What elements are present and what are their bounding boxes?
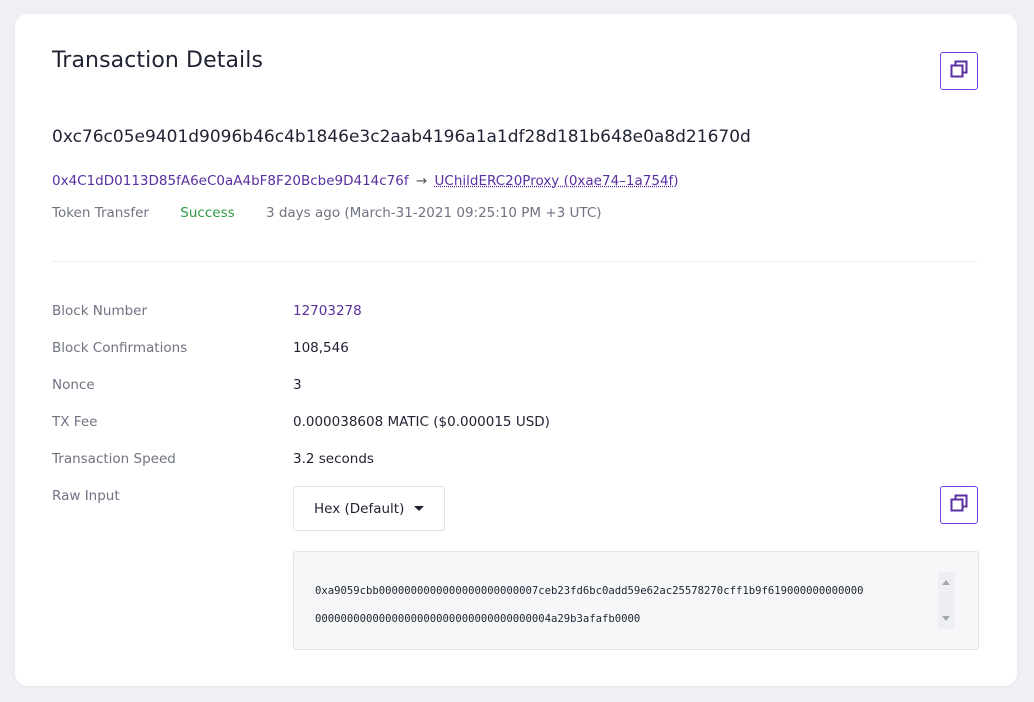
nonce-label: Nonce [52, 377, 95, 393]
confirmations-value: 108,546 [293, 340, 349, 356]
nonce-value: 3 [293, 377, 302, 393]
block-number-label: Block Number [52, 303, 148, 319]
status-badge: Success [180, 205, 235, 221]
raw-input-line-2: 0000000000000000000000000000000000004a29… [315, 613, 641, 625]
page-title: Transaction Details [52, 48, 264, 73]
raw-input-format-value: Hex (Default) [314, 500, 405, 517]
chevron-down-icon [414, 506, 424, 511]
from-to-line: 0x4C1dD0113D85fA6eC0aA4bF8F20Bcbe9D414c7… [52, 173, 679, 189]
raw-input-label: Raw Input [52, 488, 120, 504]
confirmations-label: Block Confirmations [52, 340, 188, 356]
raw-input-line-1: 0xa9059cbb0000000000000000000000007ceb23… [315, 585, 864, 597]
copy-icon [949, 59, 969, 83]
tx-fee-value: 0.000038608 MATIC ($0.000015 USD) [293, 414, 550, 430]
scroll-down-arrow-icon[interactable] [942, 616, 950, 621]
transaction-speed-value: 3.2 seconds [293, 451, 374, 467]
block-number-link[interactable]: 12703278 [293, 303, 362, 319]
copy-icon [949, 493, 969, 517]
scrollbar[interactable] [938, 572, 955, 629]
transaction-details-card: Transaction Details 0xc76c05e9401d9096b4… [15, 14, 1017, 686]
arrow-right-icon: → [415, 173, 428, 189]
raw-input-format-select[interactable]: Hex (Default) [293, 486, 445, 531]
tx-fee-label: TX Fee [52, 414, 98, 430]
copy-raw-input-button[interactable] [940, 486, 978, 524]
timestamp: 3 days ago (March-31-2021 09:25:10 PM +3… [265, 205, 602, 221]
transaction-hash: 0xc76c05e9401d9096b46c4b1846e3c2aab4196a… [52, 127, 751, 147]
raw-input-text: 0xa9059cbb0000000000000000000000007ceb23… [315, 577, 935, 633]
raw-input-textarea[interactable]: 0xa9059cbb0000000000000000000000007ceb23… [293, 551, 979, 650]
divider [52, 261, 977, 262]
from-address-link[interactable]: 0x4C1dD0113D85fA6eC0aA4bF8F20Bcbe9D414c7… [52, 173, 409, 189]
copy-hash-button[interactable] [940, 52, 978, 90]
transaction-speed-label: Transaction Speed [52, 451, 176, 467]
transaction-type: Token Transfer [52, 205, 149, 221]
transaction-meta: Token Transfer Success 3 days ago (March… [52, 205, 602, 221]
scroll-up-arrow-icon[interactable] [942, 580, 950, 585]
to-contract-link[interactable]: UChildERC20Proxy (0xae74–1a754f) [435, 173, 679, 189]
